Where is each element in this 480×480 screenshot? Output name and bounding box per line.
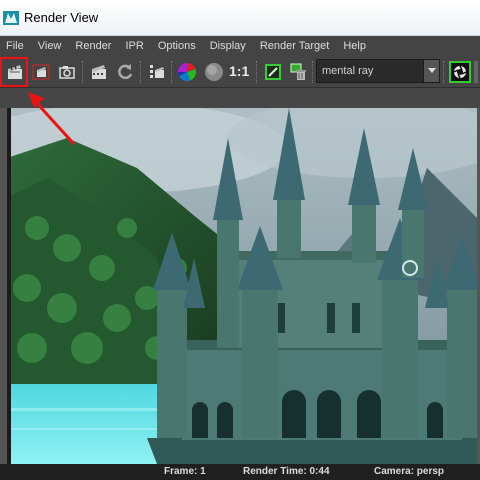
rgb-channels-button[interactable] [174,59,200,85]
real-size-button[interactable]: 1:1 [229,63,249,79]
redo-render-button[interactable] [2,59,28,85]
menu-render-target[interactable]: Render Target [253,36,337,56]
render-settings-icon [150,65,164,78]
render-settings-button[interactable] [144,59,170,85]
remove-image-icon [290,63,306,80]
menu-file[interactable]: File [0,36,31,56]
refresh-icon [118,64,133,80]
status-render-time: Render Time: 0:44 [243,466,330,477]
status-frame: Frame: 1 [164,466,206,477]
renderer-dropdown[interactable]: mental ray [316,59,440,83]
menu-display[interactable]: Display [203,36,253,56]
menu-help[interactable]: Help [336,36,373,56]
menu-ipr[interactable]: IPR [118,36,150,56]
toolbar-overflow-handle[interactable] [474,61,478,83]
toolbar-separator [312,61,315,83]
keep-image-icon [265,64,281,80]
toolbar-separator [443,61,446,83]
render-sequence-button[interactable] [447,59,473,85]
alpha-channel-icon [205,63,223,81]
clapper-region-icon [32,64,50,80]
ipr-clapper-icon [92,65,106,79]
status-bar: Frame: 1 Render Time: 0:44 Camera: persp [0,464,480,480]
render-sequence-icon [449,61,471,83]
chevron-down-icon[interactable] [423,60,439,82]
render-region-button[interactable] [28,59,54,85]
snapshot-button[interactable] [54,59,80,85]
toolbar-separator [256,61,259,83]
clapper-redo-icon [8,65,22,79]
viewport-frame-left [0,108,7,464]
menu-bar: File View Render IPR Options Display Ren… [0,36,480,56]
menu-options[interactable]: Options [151,36,203,56]
refresh-ipr-button[interactable] [112,59,138,85]
renderer-value: mental ray [322,65,374,77]
menu-view[interactable]: View [31,36,69,56]
maya-app-icon [3,10,19,25]
toolbar-separator [82,61,85,83]
rgb-channels-icon [178,62,197,81]
menu-render[interactable]: Render [68,36,118,56]
remove-image-button[interactable] [286,59,312,85]
window-title: Render View [24,10,99,25]
title-bar: Render View [0,0,480,36]
alpha-channel-button[interactable] [201,59,227,85]
render-image[interactable] [7,108,477,464]
castle-render-image [7,108,477,464]
viewport-frame-top [0,88,480,108]
status-camera: Camera: persp [374,466,445,477]
ipr-render-button[interactable] [86,59,112,85]
camera-snapshot-icon [59,66,75,79]
keep-image-button[interactable] [260,59,286,85]
toolbar-separator [140,61,143,83]
